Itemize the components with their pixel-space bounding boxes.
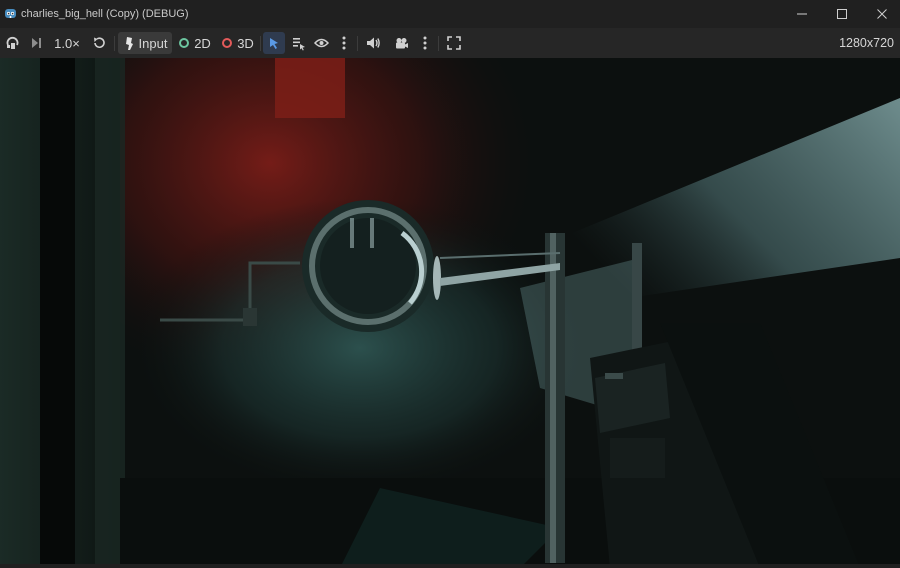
visibility-button[interactable] — [311, 32, 331, 54]
game-viewport[interactable] — [0, 58, 900, 568]
scene-render — [0, 58, 900, 568]
list-select-icon — [292, 37, 305, 50]
select-arrow-icon — [270, 38, 278, 49]
audio-speaker-icon — [366, 37, 380, 49]
node-2d-icon — [179, 38, 190, 48]
more-options-button[interactable] — [336, 32, 352, 54]
close-icon — [877, 9, 887, 19]
mode-3d-label: 3D — [237, 35, 254, 51]
select-mode-button[interactable] — [263, 32, 285, 54]
next-frame-button[interactable] — [26, 32, 46, 54]
game-toolbar: 1.0× Input 2D 3D 1280x720 — [0, 28, 900, 58]
node-3d-icon — [222, 38, 233, 48]
title-bar: charlies_big_hell (Copy) (DEBUG) — [0, 0, 900, 28]
toolbar-separator — [260, 36, 261, 51]
camera-options-button[interactable] — [417, 32, 433, 54]
more-vertical-icon — [423, 36, 427, 50]
more-vertical-icon — [342, 36, 346, 50]
toolbar-separator — [357, 36, 358, 51]
fullscreen-icon — [447, 36, 461, 50]
input-label: Input — [138, 35, 168, 51]
maximize-icon — [837, 9, 847, 19]
toolbar-separator — [114, 36, 115, 51]
camera-icon — [395, 38, 408, 49]
close-button[interactable] — [862, 0, 900, 28]
window-bottom-border — [0, 564, 900, 568]
input-icon — [125, 36, 133, 50]
mode-3d-button[interactable]: 3D — [219, 32, 257, 54]
window-title: charlies_big_hell (Copy) (DEBUG) — [21, 8, 189, 20]
camera-override-button[interactable] — [390, 32, 412, 54]
input-toggle-button[interactable]: Input — [118, 32, 172, 54]
audio-mute-button[interactable] — [362, 32, 384, 54]
mode-2d-label: 2D — [194, 35, 211, 51]
embed-button[interactable] — [3, 32, 23, 54]
fullscreen-button[interactable] — [443, 32, 465, 54]
mode-2d-button[interactable]: 2D — [176, 32, 214, 54]
embed-icon — [6, 37, 19, 49]
time-scale-label: 1.0× — [54, 35, 80, 51]
time-scale-button[interactable]: 1.0× — [52, 32, 82, 54]
toolbar-separator — [438, 36, 439, 51]
maximize-button[interactable] — [822, 0, 862, 28]
list-select-button[interactable] — [288, 32, 308, 54]
reset-speed-icon — [94, 37, 105, 49]
visibility-eye-icon — [313, 38, 329, 48]
godot-icon — [4, 7, 17, 20]
step-frame-icon — [32, 38, 41, 48]
minimize-icon — [797, 13, 807, 15]
minimize-button[interactable] — [782, 0, 822, 28]
resolution-label: 1280x720 — [839, 36, 894, 50]
reset-speed-button[interactable] — [88, 32, 110, 54]
